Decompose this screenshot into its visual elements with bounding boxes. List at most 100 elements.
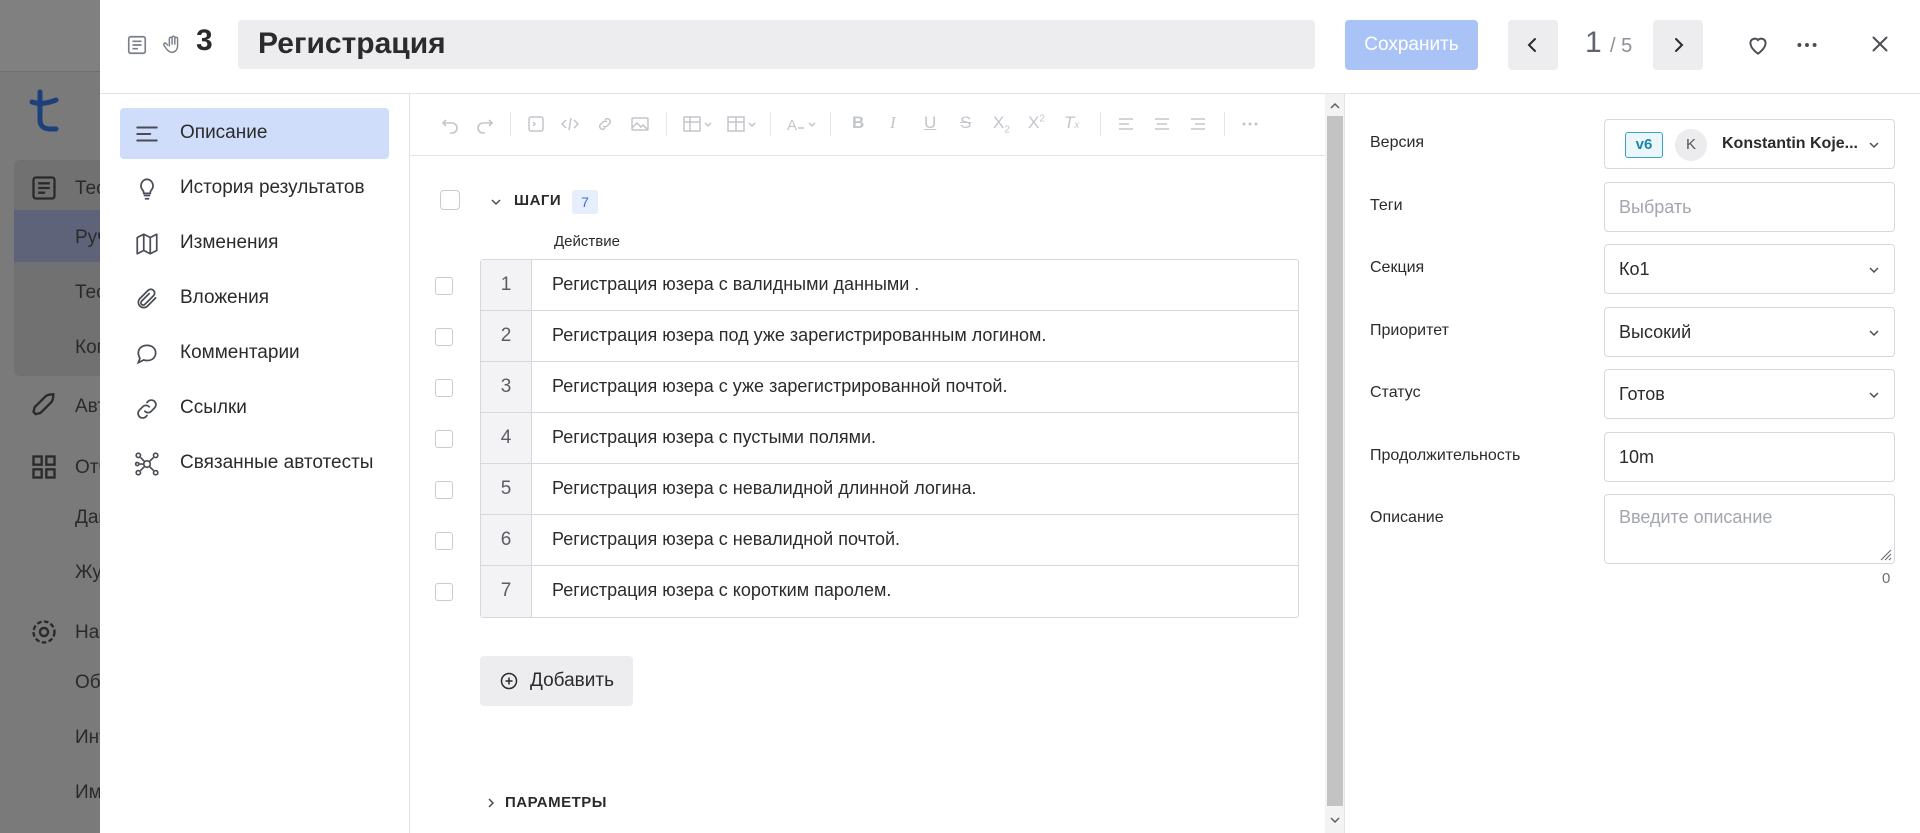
editor-scrollbar[interactable] <box>1325 94 1345 833</box>
underline-icon[interactable]: U <box>924 113 936 133</box>
nav-item-attachments[interactable]: Вложения <box>120 273 389 324</box>
more-dots-icon <box>1797 43 1817 47</box>
step-checkbox[interactable] <box>435 328 453 346</box>
step-action-text[interactable]: Регистрация юзера с уже зарегистрированн… <box>552 376 1007 397</box>
chevron-down-icon <box>1869 142 1879 149</box>
modal-header: 3 Регистрация Сохранить 1 / 5 <box>100 0 1920 94</box>
bold-icon[interactable]: B <box>852 113 864 133</box>
toolbar-divider <box>830 112 831 136</box>
duration-input[interactable]: 10m <box>1604 432 1895 482</box>
nav-item-autotests[interactable]: Связанные автотесты <box>120 438 389 489</box>
title-input[interactable]: Регистрация <box>238 20 1315 69</box>
close-button[interactable] <box>1867 31 1893 57</box>
scroll-thumb[interactable] <box>1327 116 1343 806</box>
steps-count-badge: 7 <box>572 190 598 214</box>
step-row[interactable]: 1 Регистрация юзера с валидными данными … <box>481 260 1298 311</box>
previous-button[interactable] <box>1508 20 1558 70</box>
link-icon <box>134 396 160 422</box>
more-tools-icon[interactable] <box>1240 114 1260 134</box>
step-number: 2 <box>481 311 532 361</box>
scroll-up-icon[interactable] <box>1329 100 1341 112</box>
tags-select[interactable]: Выбрать <box>1604 182 1895 232</box>
chevron-down-icon[interactable] <box>490 195 502 207</box>
pager: 1 / 5 <box>1585 26 1632 60</box>
step-action-text[interactable]: Регистрация юзера с невалидной почтой. <box>552 529 900 550</box>
toolbar-divider <box>770 112 771 136</box>
section-value: Ко1 <box>1619 259 1650 279</box>
step-checkbox[interactable] <box>435 583 453 601</box>
lightbulb-icon <box>134 176 160 202</box>
step-number: 6 <box>481 515 532 565</box>
step-checkbox[interactable] <box>435 430 453 448</box>
subscript-icon[interactable]: X2 <box>993 113 1010 135</box>
code-block-icon[interactable] <box>526 114 546 134</box>
align-left-icon[interactable] <box>1116 114 1136 134</box>
table-edit-icon[interactable] <box>726 114 758 134</box>
more-button[interactable] <box>1794 32 1820 58</box>
nav-item-label: Комментарии <box>180 342 300 363</box>
step-action-text[interactable]: Регистрация юзера под уже зарегистрирова… <box>552 325 1046 346</box>
chevron-down-icon <box>1869 392 1879 399</box>
parameters-title: ПАРАМЕТРЫ <box>505 794 607 811</box>
favorite-button[interactable] <box>1745 32 1771 58</box>
align-center-icon[interactable] <box>1152 114 1172 134</box>
background-item: Об <box>75 672 101 693</box>
title-text: Регистрация <box>258 27 446 60</box>
undo-icon[interactable] <box>440 114 460 134</box>
step-action-text[interactable]: Регистрация юзера с невалидной длинной л… <box>552 478 977 499</box>
clear-format-icon[interactable]: Tx <box>1064 113 1079 133</box>
steps-select-all-checkbox[interactable] <box>440 190 460 210</box>
step-checkbox[interactable] <box>435 532 453 550</box>
step-action-text[interactable]: Регистрация юзера с коротким паролем. <box>552 580 891 601</box>
align-right-icon[interactable] <box>1188 114 1208 134</box>
scroll-down-icon[interactable] <box>1329 814 1341 826</box>
nav-item-comments[interactable]: Комментарии <box>120 328 389 379</box>
superscript-icon[interactable]: X2 <box>1028 113 1045 133</box>
status-select[interactable]: Готов <box>1604 369 1895 419</box>
section-select[interactable]: Ко1 <box>1604 244 1895 294</box>
section-label: Секция <box>1370 259 1425 276</box>
italic-icon[interactable]: I <box>890 113 896 133</box>
manual-hand-icon <box>162 34 184 56</box>
background-topbar <box>0 0 100 72</box>
step-action-text[interactable]: Регистрация юзера с пустыми полями. <box>552 427 876 448</box>
step-row[interactable]: 2 Регистрация юзера под уже зарегистриро… <box>481 311 1298 362</box>
next-button[interactable] <box>1653 20 1703 70</box>
image-icon[interactable] <box>630 114 650 134</box>
save-button[interactable]: Сохранить <box>1345 20 1478 70</box>
version-select[interactable]: v6 K Konstantin Koje... <box>1604 119 1895 169</box>
step-checkbox[interactable] <box>435 481 453 499</box>
link-icon[interactable] <box>595 114 615 134</box>
step-row[interactable]: 4 Регистрация юзера с пустыми полями. <box>481 413 1298 464</box>
chevron-right-icon <box>1675 38 1684 52</box>
tags-placeholder: Выбрать <box>1619 197 1692 217</box>
editor-toolbar: A B I U S X2 X2 Tx <box>410 94 1325 156</box>
nav-item-label: Вложения <box>180 287 269 308</box>
nav-item-history[interactable]: История результатов <box>120 163 389 214</box>
nav-item-changes[interactable]: Изменения <box>120 218 389 269</box>
nav-item-label: Связанные автотесты <box>180 452 374 473</box>
step-checkbox[interactable] <box>435 379 453 397</box>
description-textarea[interactable]: Введите описание <box>1604 494 1895 564</box>
table-icon[interactable] <box>682 114 714 134</box>
step-row[interactable]: 6 Регистрация юзера с невалидной почтой. <box>481 515 1298 566</box>
add-step-button[interactable]: Добавить <box>480 656 633 706</box>
redo-icon[interactable] <box>475 114 495 134</box>
resize-handle-icon[interactable] <box>1878 547 1892 561</box>
nav-item-links[interactable]: Ссылки <box>120 383 389 434</box>
step-checkbox[interactable] <box>435 277 453 295</box>
step-action-text[interactable]: Регистрация юзера с валидными данными . <box>552 274 919 295</box>
background-app: Тес Руч Тес Ком Авт Отч Дап Жур Нас Об И… <box>0 0 112 833</box>
step-row[interactable]: 3 Регистрация юзера с уже зарегистрирова… <box>481 362 1298 413</box>
toolbar-divider <box>1100 112 1101 136</box>
text-style-icon[interactable]: A <box>786 114 818 134</box>
priority-select[interactable]: Высокий <box>1604 307 1895 357</box>
inline-code-icon[interactable] <box>560 114 580 134</box>
nav-item-description[interactable]: Описание <box>120 108 389 159</box>
strikethrough-icon[interactable]: S <box>960 113 971 133</box>
version-badge: v6 <box>1625 132 1663 158</box>
step-row[interactable]: 7 Регистрация юзера с коротким паролем. <box>481 566 1298 617</box>
status-label: Статус <box>1370 384 1421 401</box>
nodes-icon <box>134 451 160 477</box>
step-row[interactable]: 5 Регистрация юзера с невалидной длинной… <box>481 464 1298 515</box>
